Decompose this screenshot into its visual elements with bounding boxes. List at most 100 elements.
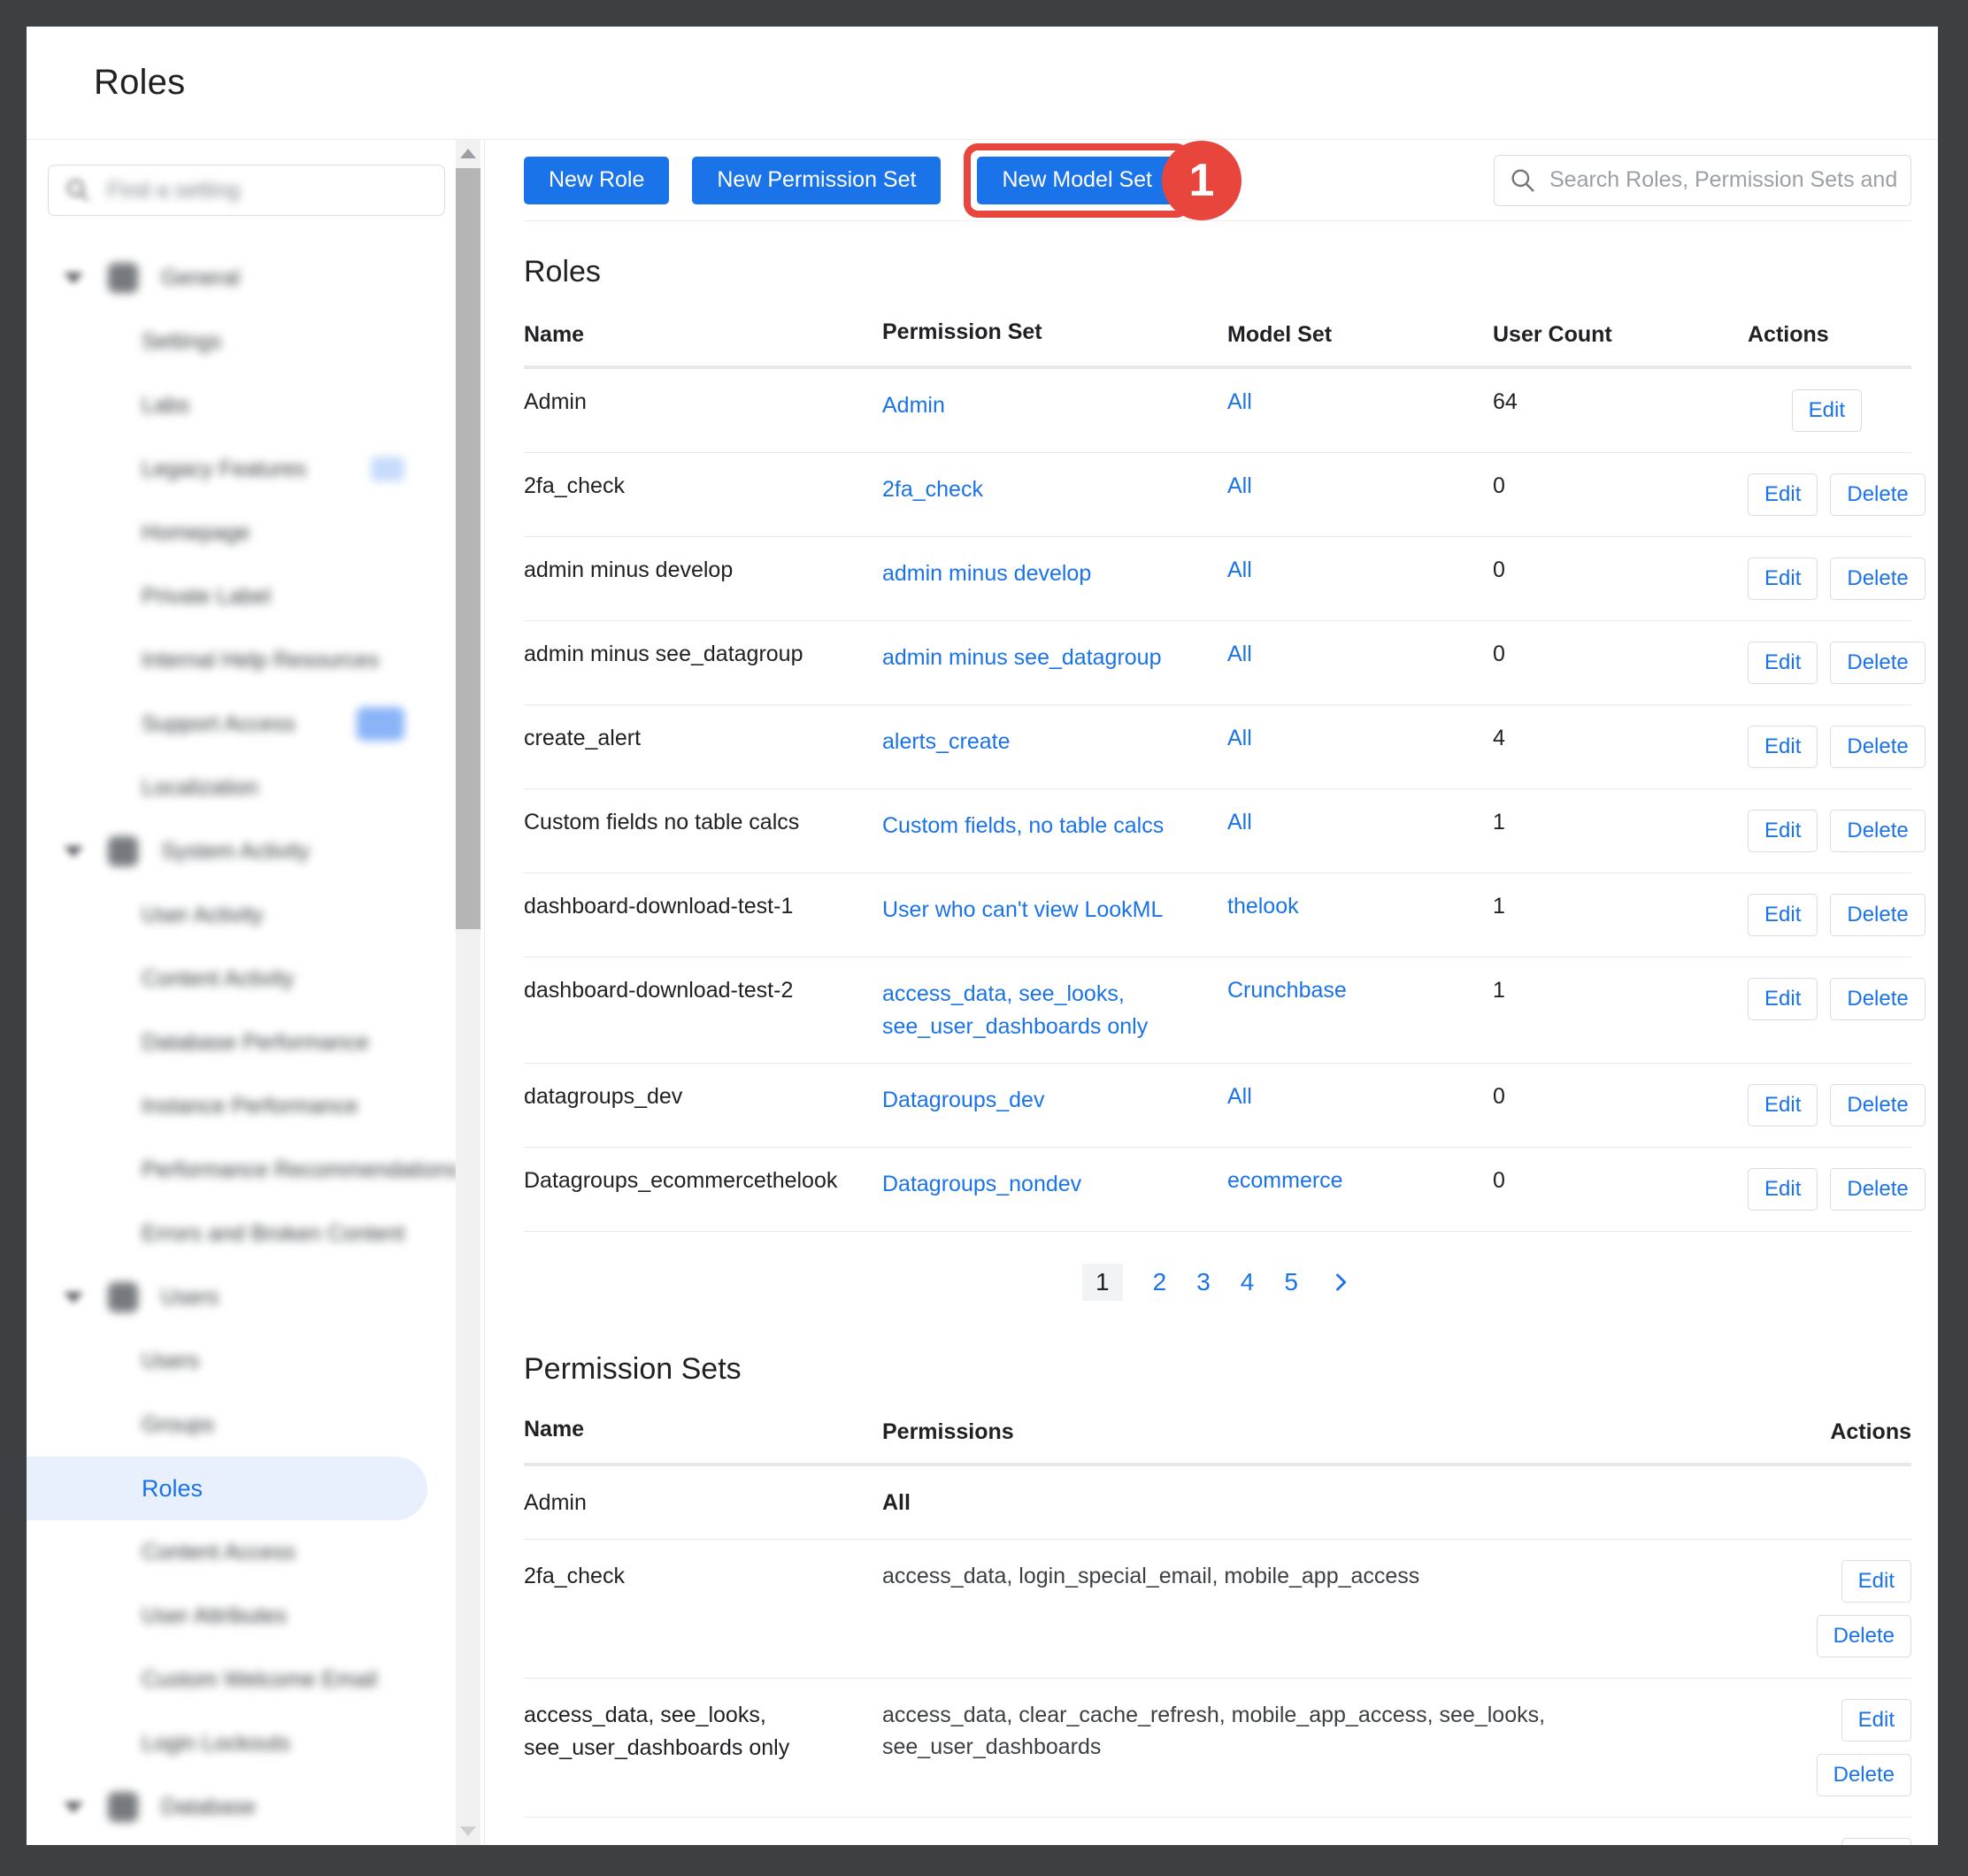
caret-down-icon[interactable] bbox=[64, 1292, 83, 1303]
permission-set-link[interactable]: alerts_create bbox=[882, 729, 1011, 754]
sidebar-item-private-label[interactable]: Private Label bbox=[27, 565, 454, 628]
model-set-link[interactable]: All bbox=[1227, 810, 1252, 834]
delete-button[interactable]: Delete bbox=[1830, 1168, 1925, 1211]
sidebar-item-labs[interactable]: Labs bbox=[27, 373, 454, 437]
main-search-input[interactable] bbox=[1549, 167, 1896, 193]
sidebar-item-instance-performance[interactable]: Instance Performance bbox=[27, 1074, 454, 1138]
model-set-link[interactable]: Crunchbase bbox=[1227, 978, 1347, 1003]
new-permission-set-button[interactable]: New Permission Set bbox=[692, 157, 941, 204]
scroll-down-icon[interactable] bbox=[460, 1826, 476, 1836]
sidebar-search-input[interactable]: Find a setting bbox=[48, 165, 445, 216]
permission-set-link[interactable]: admin minus see_datagroup bbox=[882, 645, 1161, 670]
permission-set-link[interactable]: Datagroups_nondev bbox=[882, 1172, 1081, 1196]
sidebar-item-content-access[interactable]: Content Access bbox=[27, 1520, 454, 1584]
annotation-step-badge: 1 bbox=[1162, 141, 1242, 220]
sidebar-item-label: Users bbox=[161, 1285, 219, 1311]
edit-button[interactable]: Edit bbox=[1748, 810, 1818, 852]
permission-set-link[interactable]: Datagroups_dev bbox=[882, 1088, 1044, 1112]
delete-button[interactable]: Delete bbox=[1817, 1754, 1911, 1796]
sidebar-item-label: Settings bbox=[142, 329, 221, 355]
user-count: 1 bbox=[1493, 894, 1748, 919]
permission-set-name: 2fa_check bbox=[524, 1560, 882, 1592]
scroll-up-icon[interactable] bbox=[460, 149, 476, 158]
sidebar-item-localization[interactable]: Localization bbox=[27, 756, 454, 819]
permission-set-link[interactable]: Custom fields, no table calcs bbox=[882, 813, 1164, 838]
edit-button[interactable]: Edit bbox=[1792, 389, 1862, 432]
caret-down-icon[interactable] bbox=[64, 273, 83, 284]
model-set-link[interactable]: All bbox=[1227, 557, 1252, 582]
sidebar-item-label: Groups bbox=[142, 1412, 214, 1438]
new-model-set-button[interactable]: New Model Set bbox=[977, 157, 1177, 204]
delete-button[interactable]: Delete bbox=[1830, 978, 1925, 1020]
model-set-link[interactable]: All bbox=[1227, 1084, 1252, 1109]
delete-button[interactable]: Delete bbox=[1817, 1615, 1911, 1657]
sidebar-item-roles[interactable]: Roles bbox=[27, 1457, 427, 1520]
model-set-link[interactable]: ecommerce bbox=[1227, 1168, 1343, 1193]
edit-button[interactable]: Edit bbox=[1748, 1084, 1818, 1126]
permission-set-link[interactable]: admin minus develop bbox=[882, 561, 1091, 586]
edit-button[interactable]: Edit bbox=[1748, 473, 1818, 516]
edit-button[interactable]: Edit bbox=[1748, 1168, 1818, 1211]
edit-button[interactable]: Edit bbox=[1748, 726, 1818, 768]
permission-set-link[interactable]: 2fa_check bbox=[882, 477, 983, 502]
edit-button[interactable]: Edit bbox=[1748, 557, 1818, 600]
model-set-link[interactable]: All bbox=[1227, 389, 1252, 414]
sidebar-item-groups[interactable]: Groups bbox=[27, 1393, 454, 1457]
pagination-page-4[interactable]: 4 bbox=[1241, 1268, 1255, 1296]
pagination-next-button[interactable] bbox=[1328, 1270, 1353, 1295]
caret-down-icon[interactable] bbox=[64, 846, 83, 857]
edit-button[interactable]: Edit bbox=[1841, 1838, 1911, 1845]
sidebar-item-user-activity[interactable]: User Activity bbox=[27, 883, 454, 947]
edit-button[interactable]: Edit bbox=[1748, 642, 1818, 684]
sidebar-item-users[interactable]: Users bbox=[27, 1329, 454, 1393]
column-header-actions: Actions bbox=[1796, 1419, 1911, 1445]
permission-set-link[interactable]: Admin bbox=[882, 393, 945, 418]
row-actions: Edit Delete bbox=[1748, 726, 1938, 768]
sidebar-item-user-attributes[interactable]: User Attributes bbox=[27, 1584, 454, 1648]
sidebar-item-homepage[interactable]: Homepage bbox=[27, 501, 454, 565]
model-set-link[interactable]: All bbox=[1227, 642, 1252, 666]
sidebar-item-general[interactable]: General bbox=[27, 246, 454, 310]
sidebar-item-errors-and-broken-content[interactable]: Errors and Broken Content bbox=[27, 1202, 454, 1265]
sidebar-item-internal-help-resources[interactable]: Internal Help Resources bbox=[27, 628, 454, 692]
new-role-button[interactable]: New Role bbox=[524, 157, 669, 204]
pagination-page-1[interactable]: 1 bbox=[1082, 1264, 1123, 1301]
sidebar-item-label: Legacy Features bbox=[142, 457, 306, 482]
sidebar-item-settings[interactable]: Settings bbox=[27, 310, 454, 373]
delete-button[interactable]: Delete bbox=[1830, 557, 1925, 600]
sidebar-item-label: Support Access bbox=[142, 711, 296, 737]
sidebar-item-support-access[interactable]: Support Access bbox=[27, 692, 454, 756]
edit-button[interactable]: Edit bbox=[1841, 1699, 1911, 1741]
model-set-link[interactable]: All bbox=[1227, 473, 1252, 498]
sidebar-item-login-lockouts[interactable]: Login Lockouts bbox=[27, 1711, 454, 1775]
caret-down-icon[interactable] bbox=[64, 1802, 83, 1813]
model-set-link[interactable]: thelook bbox=[1227, 894, 1299, 919]
pagination-page-5[interactable]: 5 bbox=[1284, 1268, 1298, 1296]
sidebar-item-content-activity[interactable]: Content Activity bbox=[27, 947, 454, 1011]
edit-button[interactable]: Edit bbox=[1748, 894, 1818, 936]
sidebar-scrollbar-thumb[interactable] bbox=[456, 168, 480, 929]
sidebar-item-system-activity[interactable]: System Activity bbox=[27, 819, 454, 883]
permission-set-link[interactable]: User who can't view LookML bbox=[882, 897, 1163, 922]
delete-button[interactable]: Delete bbox=[1830, 473, 1925, 516]
sidebar-scrollbar[interactable] bbox=[456, 140, 480, 1845]
delete-button[interactable]: Delete bbox=[1830, 1084, 1925, 1126]
delete-button[interactable]: Delete bbox=[1830, 894, 1925, 936]
edit-button[interactable]: Edit bbox=[1748, 978, 1818, 1020]
pagination-page-2[interactable]: 2 bbox=[1153, 1268, 1167, 1296]
permission-set-link[interactable]: access_data, see_looks, see_user_dashboa… bbox=[882, 981, 1148, 1038]
delete-button[interactable]: Delete bbox=[1830, 810, 1925, 852]
sidebar-item-legacy-features[interactable]: Legacy Features bbox=[27, 437, 454, 501]
sidebar-item-database-performance[interactable]: Database Performance bbox=[27, 1011, 454, 1074]
user-count: 1 bbox=[1493, 978, 1748, 1003]
delete-button[interactable]: Delete bbox=[1830, 726, 1925, 768]
pagination-page-3[interactable]: 3 bbox=[1196, 1268, 1211, 1296]
delete-button[interactable]: Delete bbox=[1830, 642, 1925, 684]
sidebar-item-database[interactable]: Database bbox=[27, 1775, 454, 1839]
model-set-link[interactable]: All bbox=[1227, 726, 1252, 750]
edit-button[interactable]: Edit bbox=[1841, 1560, 1911, 1603]
sidebar-item-users[interactable]: Users bbox=[27, 1265, 454, 1329]
sidebar-item-custom-welcome-email[interactable]: Custom Welcome Email bbox=[27, 1648, 454, 1711]
sidebar-item-performance-recommendations[interactable]: Performance Recommendations bbox=[27, 1138, 454, 1202]
permission-sets-table: NamePermissionsActionsAdminAll2fa_checka… bbox=[524, 1413, 1911, 1845]
